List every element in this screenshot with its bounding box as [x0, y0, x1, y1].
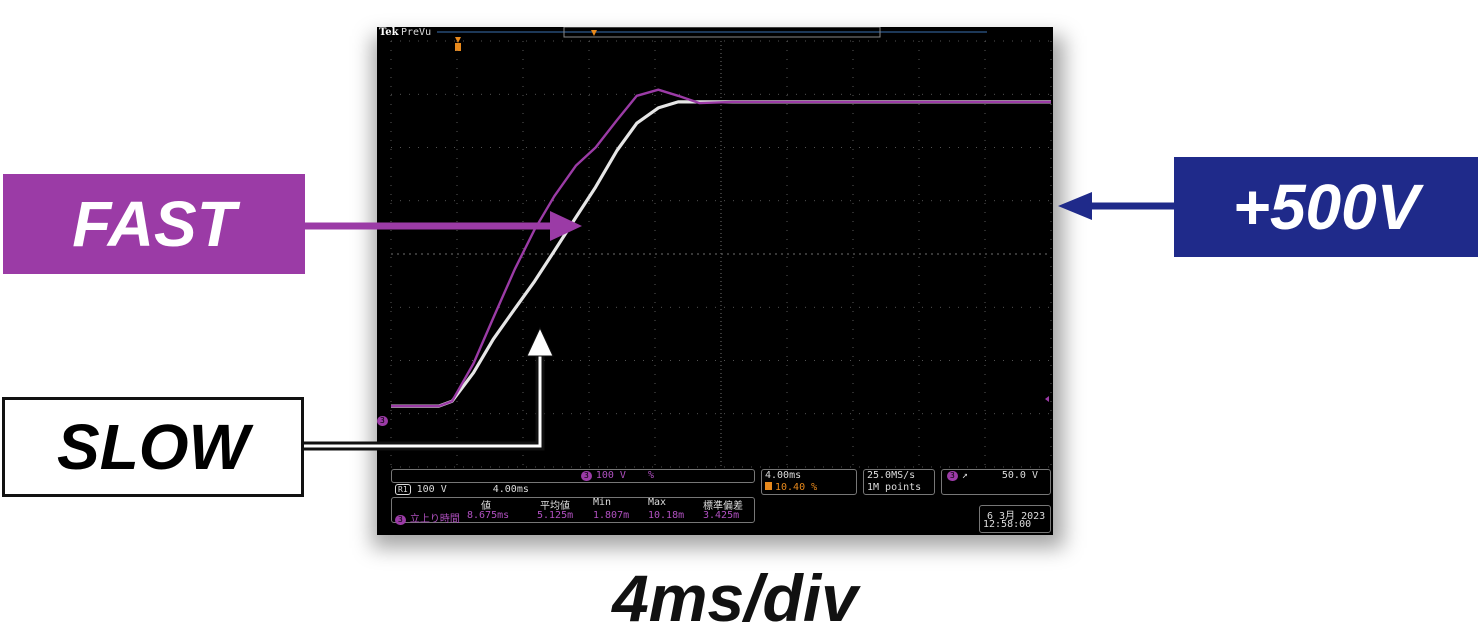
ref-level-marker: [1045, 396, 1049, 402]
timebase-label: 4ms/div: [612, 561, 858, 635]
scope-plot: [390, 27, 1052, 468]
trigger-position-marker: [455, 43, 461, 51]
ch3-scale-box: [391, 469, 755, 483]
fast-label: FAST: [3, 174, 305, 274]
slow-label: SLOW: [2, 397, 304, 497]
channel3-marker: 3: [377, 415, 392, 426]
horizontal-time: 4.00ms: [765, 470, 802, 481]
time-readout: 12:58:00: [983, 519, 1032, 530]
brand-text: Tek: [379, 27, 399, 38]
measure-value: 8.675ms: [467, 510, 510, 521]
ref-readout: R1 100 V 4.00ms: [395, 484, 529, 495]
measure-header-max: Max: [648, 497, 667, 508]
record-length: 1M points: [867, 482, 922, 493]
measure-min: 1.807m: [593, 510, 630, 521]
measure-row: 3 立上り時間: [395, 510, 460, 525]
trigger-marker: [455, 37, 461, 43]
ch3-scale-readout: 3 100 V%: [581, 470, 654, 481]
trigger-readout: 3 ↗ 50.0 V: [947, 470, 1038, 481]
horizontal-position: 10.40 %: [765, 482, 817, 493]
expansion-marker: [591, 30, 597, 36]
oscilloscope-screen: Tek PreVu 3 3 100 V% 4.00ms 10.40 % 25.0M…: [377, 27, 1053, 535]
measure-mean: 5.125m: [537, 510, 574, 521]
measure-std: 3.425m: [703, 510, 740, 521]
voltage-label: +500V: [1174, 157, 1478, 257]
sample-rate: 25.0MS/s: [867, 470, 916, 481]
measure-max: 10.18m: [648, 510, 685, 521]
mode-text: PreVu: [401, 27, 432, 38]
measure-header-min: Min: [593, 497, 612, 508]
